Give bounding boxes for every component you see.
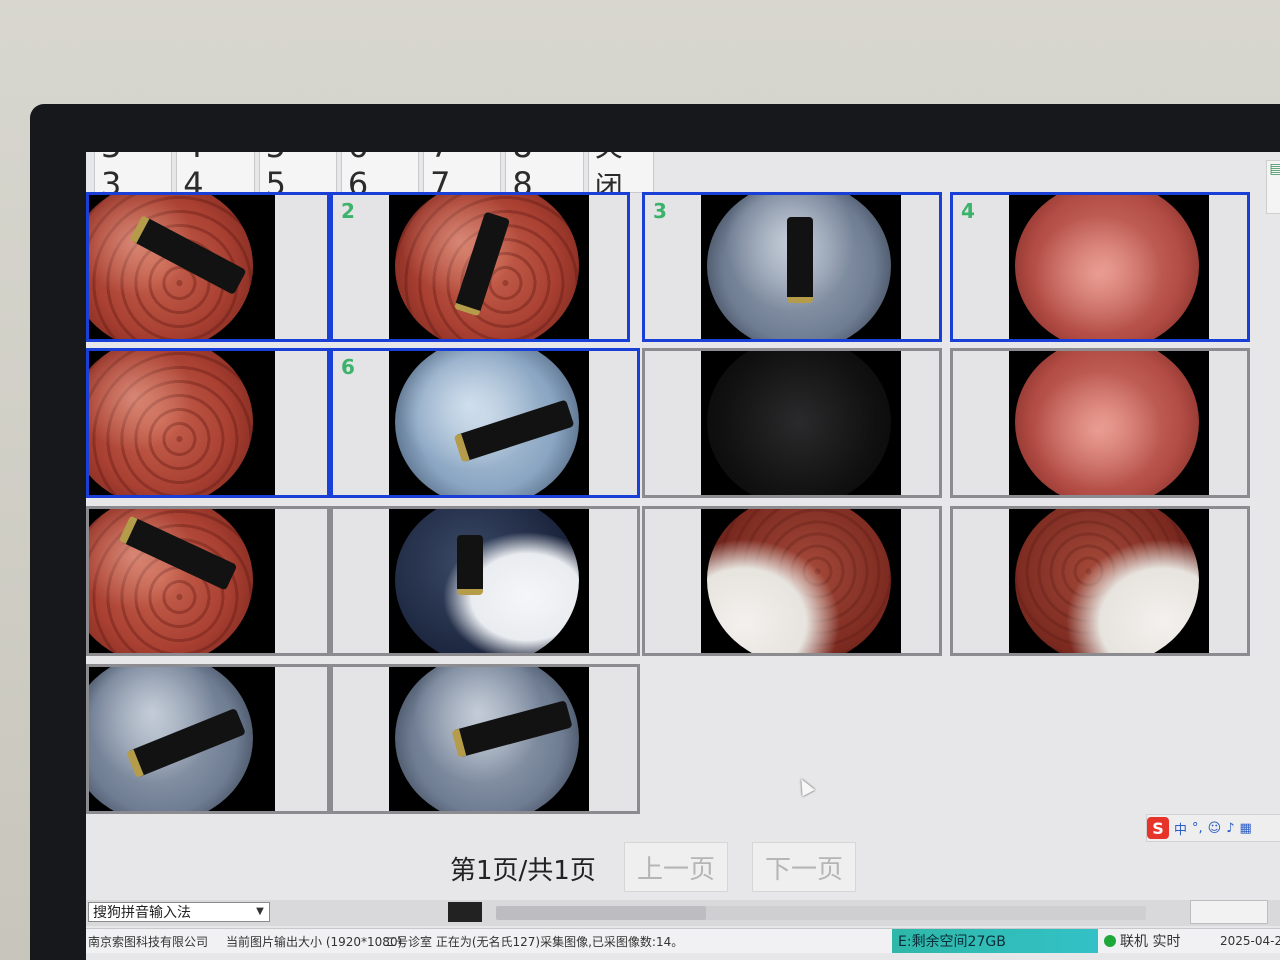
tab-8[interactable]: 8 8	[505, 152, 584, 203]
online-dot-icon	[1104, 935, 1116, 947]
status-bar: 南京索图科技有限公司 当前图片输出大小 (1920*1080) 二号诊室 正在为…	[86, 928, 1280, 953]
endoscopy-image	[701, 509, 901, 653]
lower-toolbar: 搜狗拼音输入法 ▼	[86, 900, 1280, 926]
disk-space: E:剩余空间27GB	[892, 929, 1098, 953]
thumbnail-2[interactable]: 2	[330, 192, 630, 342]
chevron-down-icon: ▼	[256, 906, 264, 917]
thumbnail-10[interactable]	[330, 506, 640, 656]
thumbnail-number: 4	[961, 199, 975, 223]
endoscopy-image	[1009, 509, 1209, 653]
thumbnail-4[interactable]: 4	[950, 192, 1250, 342]
page-info: 第1页/共1页	[450, 856, 596, 886]
tab-5[interactable]: 5 5	[258, 152, 337, 203]
thumbnail-14[interactable]	[330, 664, 640, 814]
thumbnail-8[interactable]	[950, 348, 1250, 498]
tab-6[interactable]: 6 6	[340, 152, 420, 203]
thumbnail-12[interactable]	[950, 506, 1250, 656]
endoscopy-image	[389, 351, 589, 495]
endoscopy-image	[1009, 195, 1209, 339]
input-method-select[interactable]: 搜狗拼音输入法 ▼	[88, 902, 270, 922]
thumbnail-6[interactable]: 6	[330, 348, 640, 498]
battery-object-icon	[457, 535, 483, 595]
sogou-logo-icon: S	[1147, 817, 1169, 839]
punctuation-icon[interactable]: °,	[1192, 821, 1203, 836]
tab-7[interactable]: 7 7	[423, 152, 502, 203]
company-name: 南京索图科技有限公司	[88, 934, 209, 949]
capture-status: 二号诊室 正在为(无名氏127)采集图像,已采图像数:14。	[384, 934, 684, 949]
endoscopy-image	[389, 509, 589, 653]
thumbnail-5[interactable]	[86, 348, 330, 498]
endoscopy-image	[89, 195, 275, 339]
tab-3[interactable]: 3 3	[94, 152, 173, 203]
endoscopy-image	[701, 351, 901, 495]
endoscopy-image	[89, 509, 275, 653]
horizontal-scrollbar[interactable]	[496, 906, 1146, 920]
battery-object-icon	[787, 217, 813, 303]
thumbnail-9[interactable]	[86, 506, 330, 656]
thumbnail-11[interactable]	[642, 506, 942, 656]
layout-tab-strip: 3 3 4 4 5 5 6 6 7 7 8 8 关闭	[94, 152, 654, 203]
next-page-button[interactable]: 下一页	[752, 842, 856, 892]
connection-status: 联机 实时	[1104, 929, 1200, 953]
microphone-icon[interactable]: ♪	[1226, 821, 1234, 836]
thumbnail-number: 6	[341, 355, 355, 379]
output-size: 当前图片输出大小 (1920*1080)	[226, 934, 403, 949]
close-button[interactable]: 关闭	[587, 152, 654, 203]
endoscopy-image	[89, 351, 275, 495]
side-panel-icon[interactable]: ▤	[1266, 160, 1280, 214]
scrollbar-thumb[interactable]	[496, 906, 706, 920]
endoscopy-image	[1009, 351, 1209, 495]
thumbnail-grid: 2 3 4 6	[86, 192, 1256, 822]
emoji-icon[interactable]: ☺	[1208, 821, 1222, 836]
pager: 第1页/共1页 上一页 下一页	[86, 842, 1280, 894]
thumbnail-3[interactable]: 3	[642, 192, 942, 342]
thumbnail-number: 2	[341, 199, 355, 223]
thumbnail-7[interactable]	[642, 348, 942, 498]
endoscopy-screen: 3 3 4 4 5 5 6 6 7 7 8 8 关闭 ▤ 2	[86, 152, 1280, 960]
thumbnail-13[interactable]	[86, 664, 330, 814]
status-date: 2025-04-26	[1220, 934, 1280, 948]
thumbnail-number: 3	[653, 199, 667, 223]
tab-4[interactable]: 4 4	[176, 152, 255, 203]
keyboard-icon[interactable]: ▦	[1240, 821, 1252, 836]
prev-page-button[interactable]: 上一页	[624, 842, 728, 892]
endoscopy-image	[389, 195, 589, 339]
toolbar-button[interactable]	[1190, 900, 1268, 924]
endoscopy-image	[389, 667, 589, 811]
thumbnail-1[interactable]	[86, 192, 330, 342]
endoscopy-image	[89, 667, 275, 811]
preview-swatch	[448, 902, 482, 922]
ime-mode-label[interactable]: 中	[1174, 819, 1187, 838]
ime-toolbar[interactable]: S 中 °, ☺ ♪ ▦	[1146, 814, 1280, 842]
endoscopy-image	[701, 195, 901, 339]
